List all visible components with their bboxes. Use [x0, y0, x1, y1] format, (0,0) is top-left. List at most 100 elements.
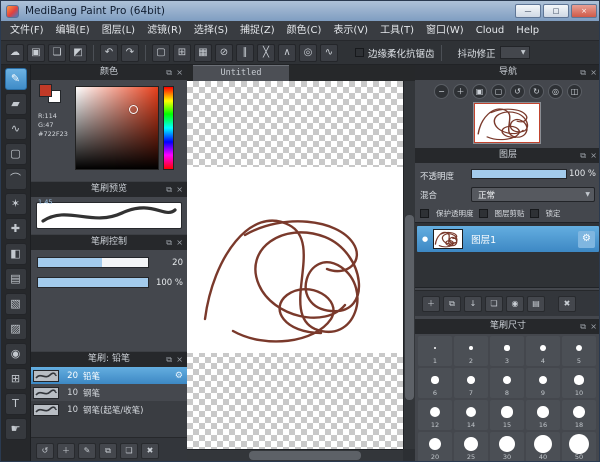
brush-tool[interactable]: ✎ — [4, 68, 27, 90]
brush-size-cell[interactable]: 16 — [526, 400, 560, 430]
vertical-scrollbar[interactable] — [403, 81, 415, 449]
popout-panel-icon[interactable]: ⧉ — [166, 235, 172, 250]
stabilizer-dropdown[interactable]: ▼ — [499, 46, 530, 59]
brush-list-item[interactable]: 10 钢笔(起笔/收笔) — [31, 401, 187, 418]
fit-screen-icon[interactable]: ▣ — [472, 84, 487, 99]
canvas-viewport[interactable] — [187, 81, 403, 449]
popout-panel-icon[interactable]: ⧉ — [166, 182, 172, 197]
horizontal-scroll-thumb[interactable] — [249, 451, 361, 460]
layer-settings-gear-icon[interactable]: ⚙ — [578, 230, 595, 248]
layer-option-checkbox[interactable] — [420, 209, 429, 218]
duplicate-layer-icon[interactable]: ⧉ — [443, 295, 461, 312]
rotate-right-icon[interactable]: ↻ — [529, 84, 544, 99]
menu-item[interactable]: 编辑(E) — [50, 21, 96, 41]
rotate-left-icon[interactable]: ↺ — [510, 84, 525, 99]
brush-size-cell[interactable]: 18 — [562, 400, 596, 430]
magic-wand-tool[interactable]: ✶ — [4, 193, 27, 215]
brush-size-cell[interactable]: 10 — [562, 368, 596, 398]
rect-select-tool[interactable]: ▢ — [4, 143, 27, 165]
close-panel-icon[interactable]: × — [590, 148, 597, 163]
brush-size-cell[interactable]: 12 — [418, 400, 452, 430]
add-layer-icon[interactable]: ＋ — [422, 295, 440, 312]
menu-item[interactable]: 窗口(W) — [420, 21, 470, 41]
brush-list-item[interactable]: 10 钢笔 — [31, 384, 187, 401]
menu-item[interactable]: Cloud — [470, 21, 511, 41]
eyedropper-tool[interactable]: ◉ — [4, 343, 27, 365]
popout-panel-icon[interactable]: ⧉ — [580, 148, 586, 163]
brush-size-cell[interactable]: 14 — [454, 400, 488, 430]
snap-vanishing-icon[interactable]: ∧ — [278, 43, 296, 62]
edit-brush-icon[interactable]: ✎ — [78, 442, 96, 459]
add-brush-icon[interactable]: ＋ — [57, 442, 75, 459]
grid-icon[interactable]: ▦ — [194, 43, 212, 62]
sync-brush-icon[interactable]: ↺ — [36, 442, 54, 459]
document-tab[interactable]: Untitled — [193, 65, 289, 81]
menu-item[interactable]: 表示(V) — [327, 21, 374, 41]
close-panel-icon[interactable]: × — [176, 235, 183, 250]
minimize-button[interactable]: — — [515, 4, 541, 18]
move-tool[interactable]: ✚ — [4, 218, 27, 240]
antialias-checkbox[interactable] — [355, 48, 364, 57]
duplicate-brush-icon[interactable]: ⧉ — [99, 442, 117, 459]
brush-size-cell[interactable]: 5 — [562, 336, 596, 366]
brush-size-cell[interactable]: 9 — [526, 368, 560, 398]
brush-size-cell[interactable]: 50 — [562, 432, 596, 461]
merge-layer-icon[interactable]: ↓ — [464, 295, 482, 312]
brush-size-cell[interactable]: 8 — [490, 368, 524, 398]
brush-size-cell[interactable]: 6 — [418, 368, 452, 398]
brush-size-cell[interactable]: 15 — [490, 400, 524, 430]
color-picker-cursor[interactable] — [129, 105, 138, 114]
material-icon[interactable]: ❏ — [48, 43, 66, 62]
select-icon[interactable]: ▢ — [152, 43, 170, 62]
brush-settings-gear-icon[interactable]: ⚙ — [175, 371, 183, 381]
fill-bucket-tool[interactable]: ◧ — [4, 243, 27, 265]
slider-track[interactable] — [37, 277, 149, 288]
menu-item[interactable]: 颜色(C) — [281, 21, 328, 41]
layer-opacity-slider[interactable] — [471, 169, 567, 179]
horizontal-scrollbar[interactable] — [187, 449, 403, 461]
flip-view-icon[interactable]: ◫ — [567, 84, 582, 99]
brush-size-cell[interactable]: 25 — [454, 432, 488, 461]
zoom-in-icon[interactable]: ＋ — [453, 84, 468, 99]
maximize-button[interactable]: □ — [543, 4, 569, 18]
hand-tool[interactable]: ☛ — [4, 418, 27, 440]
snap-curve-icon[interactable]: ∿ — [320, 43, 338, 62]
select-pen-tool[interactable]: ▧ — [4, 293, 27, 315]
brush-size-slider[interactable]: 20 — [31, 257, 187, 269]
brush-size-cell[interactable]: 7 — [454, 368, 488, 398]
brush-size-cell[interactable]: 3 — [490, 336, 524, 366]
brush-opacity-slider[interactable]: 100 % — [31, 277, 187, 289]
brush-size-cell[interactable]: 30 — [490, 432, 524, 461]
reset-view-icon[interactable]: ◎ — [548, 84, 563, 99]
delete-brush-icon[interactable]: ✖ — [141, 442, 159, 459]
color-swap-icon[interactable]: ◩ — [69, 43, 87, 62]
camera-layer-icon[interactable]: ◉ — [506, 295, 524, 312]
lasso-select-tool[interactable]: ⌒ — [4, 168, 27, 190]
zoom-out-icon[interactable]: − — [434, 84, 449, 99]
snap-parallel-icon[interactable]: ∥ — [236, 43, 254, 62]
brush-size-cell[interactable]: 4 — [526, 336, 560, 366]
snap-off-icon[interactable]: ⊘ — [215, 43, 233, 62]
layer-visibility-icon[interactable]: ● — [422, 235, 428, 243]
menu-item[interactable]: 捕捉(Z) — [234, 21, 281, 41]
slider-track[interactable] — [37, 257, 149, 268]
close-button[interactable]: × — [571, 4, 597, 18]
layer-row[interactable]: ● 图层1 ⚙ — [417, 226, 599, 252]
layer-option-checkbox[interactable] — [478, 209, 488, 218]
layer-option-checkbox[interactable] — [529, 209, 539, 218]
brush-folder-icon[interactable]: ❏ — [120, 442, 138, 459]
gradient-tool[interactable]: ▤ — [4, 268, 27, 290]
layer-folder-icon[interactable]: ❏ — [485, 295, 503, 312]
menu-item[interactable]: Help — [510, 21, 545, 41]
close-panel-icon[interactable]: × — [590, 319, 597, 334]
popout-panel-icon[interactable]: ⧉ — [580, 319, 586, 334]
popout-panel-icon[interactable]: ⧉ — [166, 352, 172, 367]
menu-item[interactable]: 文件(F) — [4, 21, 50, 41]
brush-size-cell[interactable]: 1 — [418, 336, 452, 366]
save-icon[interactable]: ▣ — [27, 43, 45, 62]
cloud-icon[interactable]: ☁ — [6, 43, 24, 62]
foreground-color-swatch[interactable] — [39, 84, 52, 97]
redo-icon[interactable]: ↷ — [121, 43, 139, 62]
select-eraser-tool[interactable]: ▨ — [4, 318, 27, 340]
actual-size-icon[interactable]: ▢ — [491, 84, 506, 99]
